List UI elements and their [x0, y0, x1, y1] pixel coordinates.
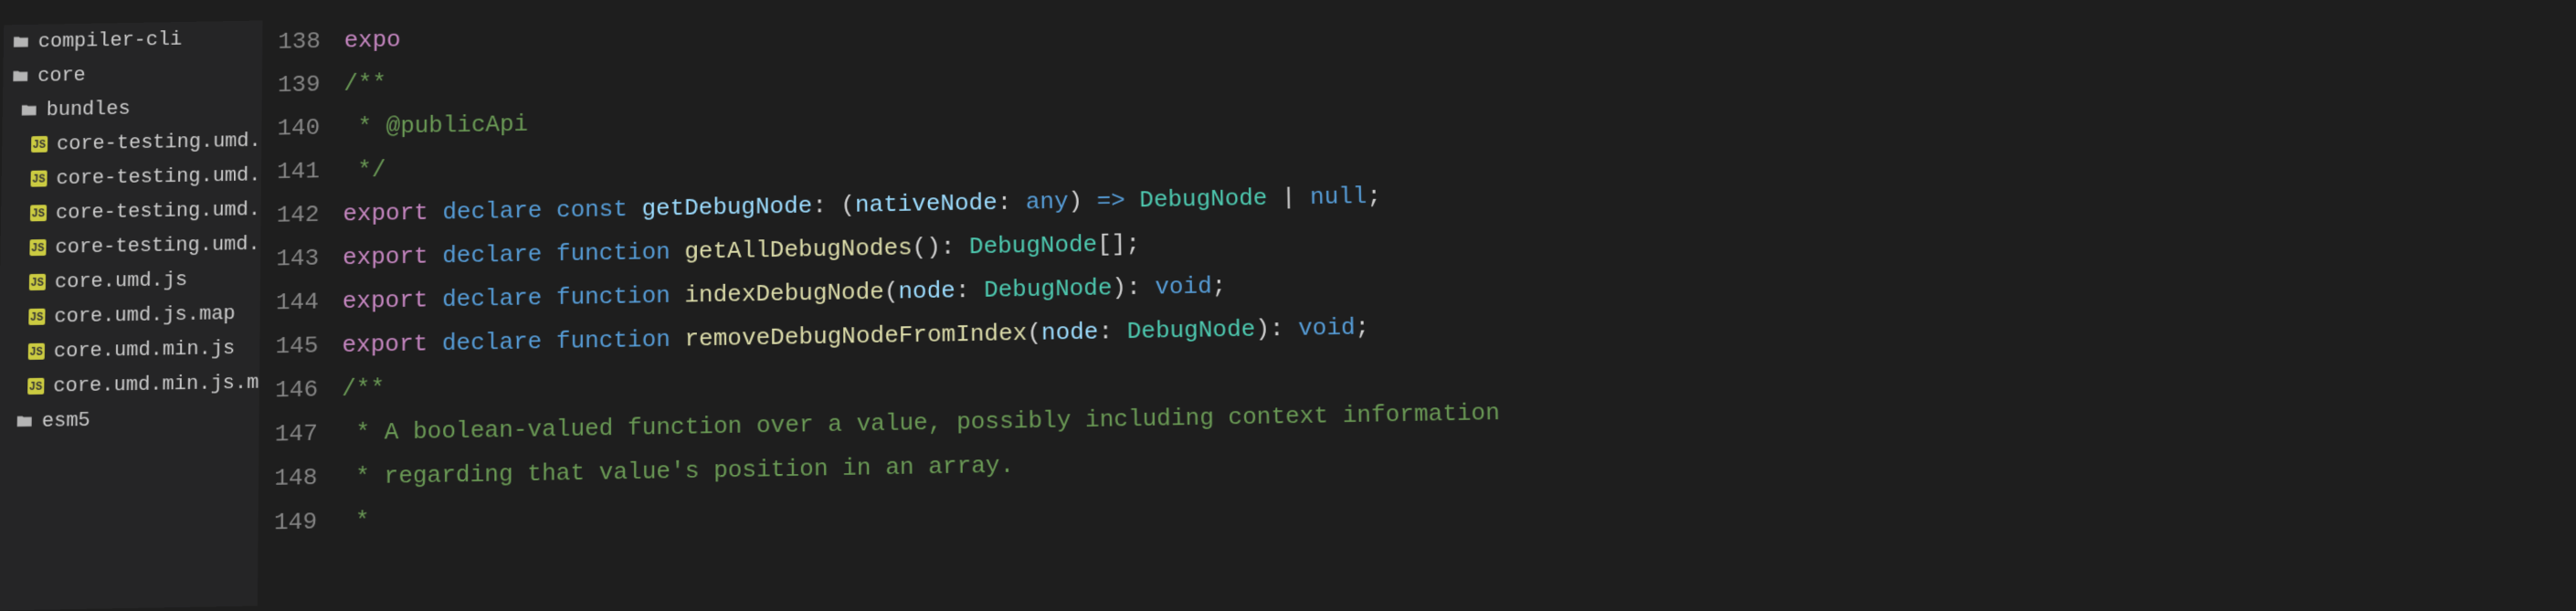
code-token-declare: declare function	[442, 238, 684, 269]
code-token-punc: (	[1027, 320, 1041, 347]
code-token-declare: any	[1026, 188, 1069, 216]
code-token-declare: void	[1298, 314, 1356, 342]
file-tree-label: core.umd.min.js	[54, 337, 236, 363]
js-file-icon: JS	[26, 307, 47, 327]
js-file-icon: JS	[28, 203, 48, 223]
file-tree-item[interactable]: compiler-cli	[4, 21, 263, 59]
file-tree-label: core-testing.umd.js	[57, 129, 263, 155]
code-token-punc: ):	[1255, 315, 1298, 343]
code-token-declare: declare function	[442, 282, 684, 314]
code-token-punc: )	[1068, 187, 1097, 215]
file-tree-item[interactable]: JS core-testing.umd.min.js	[1, 192, 261, 231]
file-tree-item[interactable]: JS core.umd.js	[0, 261, 260, 300]
code-token-declare: null	[1310, 183, 1367, 211]
file-tree-label: core.umd.min.js.map	[53, 371, 262, 397]
code-token-declare: void	[1155, 273, 1212, 301]
code-token-type: DebugNode	[1127, 316, 1256, 345]
code-token-punc: :	[955, 277, 984, 304]
code-token-keyword: export	[343, 199, 442, 228]
code-token-comment: *	[341, 507, 370, 535]
line-number: 142	[260, 193, 319, 237]
code-token-keyword: export	[343, 242, 442, 271]
folder-icon	[19, 100, 39, 121]
file-tree-label: core	[37, 64, 86, 88]
file-tree-item[interactable]: JS core-testing.umd.js	[2, 123, 261, 163]
file-tree-label: core-testing.umd.min.js	[56, 196, 263, 224]
code-token-declare: declare function	[442, 325, 685, 357]
file-tree-item[interactable]: esm5	[0, 400, 259, 439]
code-token-punc: :	[1098, 318, 1127, 346]
file-tree-label: core.umd.js	[55, 269, 188, 293]
folder-icon	[15, 411, 35, 431]
js-file-icon: JS	[29, 134, 49, 154]
code-token-keyword: expo	[344, 26, 401, 55]
file-tree-label: esm5	[42, 408, 90, 432]
code-token-punc: ():	[913, 233, 970, 261]
code-token-func: getAllDebugNodes	[684, 234, 913, 265]
code-token-punc: ;	[1211, 272, 1226, 300]
file-tree-item[interactable]: JS core.umd.min.js	[0, 331, 259, 370]
line-number: 139	[262, 63, 321, 107]
code-token-var: node	[898, 277, 955, 305]
code-token-punc: [];	[1097, 230, 1140, 258]
js-file-icon: JS	[27, 237, 48, 258]
code-token-var: nativeNode	[855, 189, 998, 218]
file-tree-label: compiler-cli	[38, 27, 183, 52]
code-token-type: DebugNode	[984, 274, 1113, 303]
line-number: 147	[259, 412, 318, 457]
js-file-icon: JS	[28, 168, 48, 188]
file-tree-item[interactable]: JS core-testing.umd.min.js.map	[0, 226, 260, 266]
code-token-type: DebugNode	[1139, 184, 1268, 214]
code-token-punc: |	[1267, 184, 1310, 212]
line-number: 149	[258, 500, 317, 545]
code-token-keyword: export	[343, 286, 442, 315]
file-tree-label: core.umd.js.map	[54, 302, 236, 328]
line-number: 143	[260, 237, 319, 281]
file-tree-label: bundles	[46, 97, 130, 121]
file-tree-item[interactable]: JS core.umd.min.js.map	[0, 365, 259, 405]
code-token-var: node	[1041, 319, 1099, 347]
code-token-func: removeDebugNodeFromIndex	[684, 320, 1027, 353]
code-token-comment: * @publicApi	[343, 111, 528, 141]
code-token-declare: =>	[1096, 186, 1139, 215]
folder-icon	[11, 32, 31, 52]
file-tree-item[interactable]: bundles	[3, 89, 262, 127]
js-file-icon: JS	[27, 272, 48, 292]
file-tree-label: core-testing.umd.js.map	[56, 163, 262, 190]
line-number: 141	[261, 150, 320, 195]
folder-icon	[10, 66, 30, 86]
code-content[interactable]: expo /** * @publicApi */ export declare co…	[341, 0, 2576, 605]
code-token-punc: ;	[1367, 183, 1381, 210]
file-tree-label: core-testing.umd.min.js.map	[55, 230, 262, 258]
code-token-comment: */	[343, 156, 386, 184]
code-token-punc: : (	[812, 192, 855, 220]
file-tree-item[interactable]: JS core.umd.js.map	[0, 296, 260, 335]
code-editor[interactable]: 138139140141142143144145146147148149 exp…	[258, 0, 2576, 606]
code-token-comment: /**	[342, 374, 385, 403]
file-tree-item[interactable]: JS core-testing.umd.js.map	[1, 158, 261, 197]
line-number-gutter: 138139140141142143144145146147148149	[258, 19, 344, 606]
file-explorer-sidebar: compiler-cli core bundles JS core-testing.um…	[0, 21, 262, 611]
line-number: 140	[261, 106, 320, 151]
line-number: 146	[259, 367, 319, 412]
js-file-icon: JS	[26, 342, 47, 362]
file-tree-item[interactable]: core	[3, 55, 262, 93]
code-token-punc: :	[998, 189, 1026, 216]
code-token-type: DebugNode	[969, 231, 1098, 260]
code-token-keyword: export	[342, 330, 442, 359]
code-token-var: getDebugNode	[641, 193, 812, 223]
line-number: 144	[260, 280, 319, 325]
line-number: 148	[259, 456, 318, 500]
code-token-punc: (	[884, 278, 899, 305]
code-token-comment: * regarding that value's position in an …	[341, 452, 1014, 491]
code-token-func: indexDebugNode	[684, 279, 884, 310]
code-token-punc: ):	[1112, 274, 1155, 302]
line-number: 145	[259, 323, 318, 368]
app-root: compiler-cli core bundles JS core-testing.um…	[0, 0, 2576, 611]
code-token-comment: /**	[343, 69, 386, 97]
code-token-declare: declare const	[442, 195, 641, 226]
js-file-icon: JS	[26, 376, 46, 396]
code-token-punc: ;	[1355, 313, 1369, 341]
line-number: 138	[262, 19, 321, 63]
